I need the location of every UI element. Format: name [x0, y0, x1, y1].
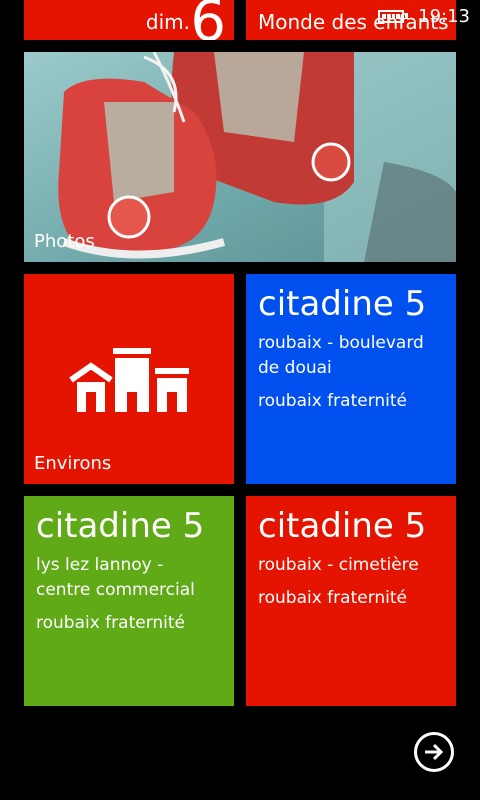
line-tile[interactable]: citadine 5 roubaix - cimetière roubaix f… — [246, 496, 456, 706]
line-title: citadine 5 — [258, 506, 427, 546]
arrow-right-icon — [425, 743, 444, 761]
photos-label: Photos — [34, 231, 95, 252]
line-stop: roubaix - cimetière — [258, 555, 419, 576]
calendar-day-number: 6 — [190, 0, 226, 40]
line-tile[interactable]: citadine 5 lys lez lannoy - centre comme… — [24, 496, 234, 706]
calendar-tile[interactable]: dim. 6 — [24, 0, 234, 40]
status-bar: 19:13 — [378, 0, 480, 32]
line-stop: roubaix - boulevard de douai — [258, 333, 424, 379]
line-destination: roubaix fraternité — [36, 613, 186, 634]
line-destination: roubaix fraternité — [258, 391, 408, 412]
battery-icon — [378, 9, 409, 23]
line-title: citadine 5 — [36, 506, 205, 546]
line-stop: lys lez lannoy - centre commercial — [36, 555, 195, 601]
line-tile[interactable]: citadine 5 roubaix - boulevard de douai … — [246, 274, 456, 484]
line-destination: roubaix fraternité — [258, 588, 408, 609]
environs-label: Environs — [34, 453, 112, 474]
buildings-icon — [69, 348, 189, 412]
line-title: citadine 5 — [258, 284, 427, 324]
photos-tile[interactable]: Photos — [24, 52, 456, 262]
all-apps-button[interactable] — [414, 732, 454, 772]
calendar-day-label: dim. — [145, 10, 190, 34]
environs-tile[interactable]: Environs — [24, 274, 234, 484]
clock: 19:13 — [418, 5, 470, 27]
